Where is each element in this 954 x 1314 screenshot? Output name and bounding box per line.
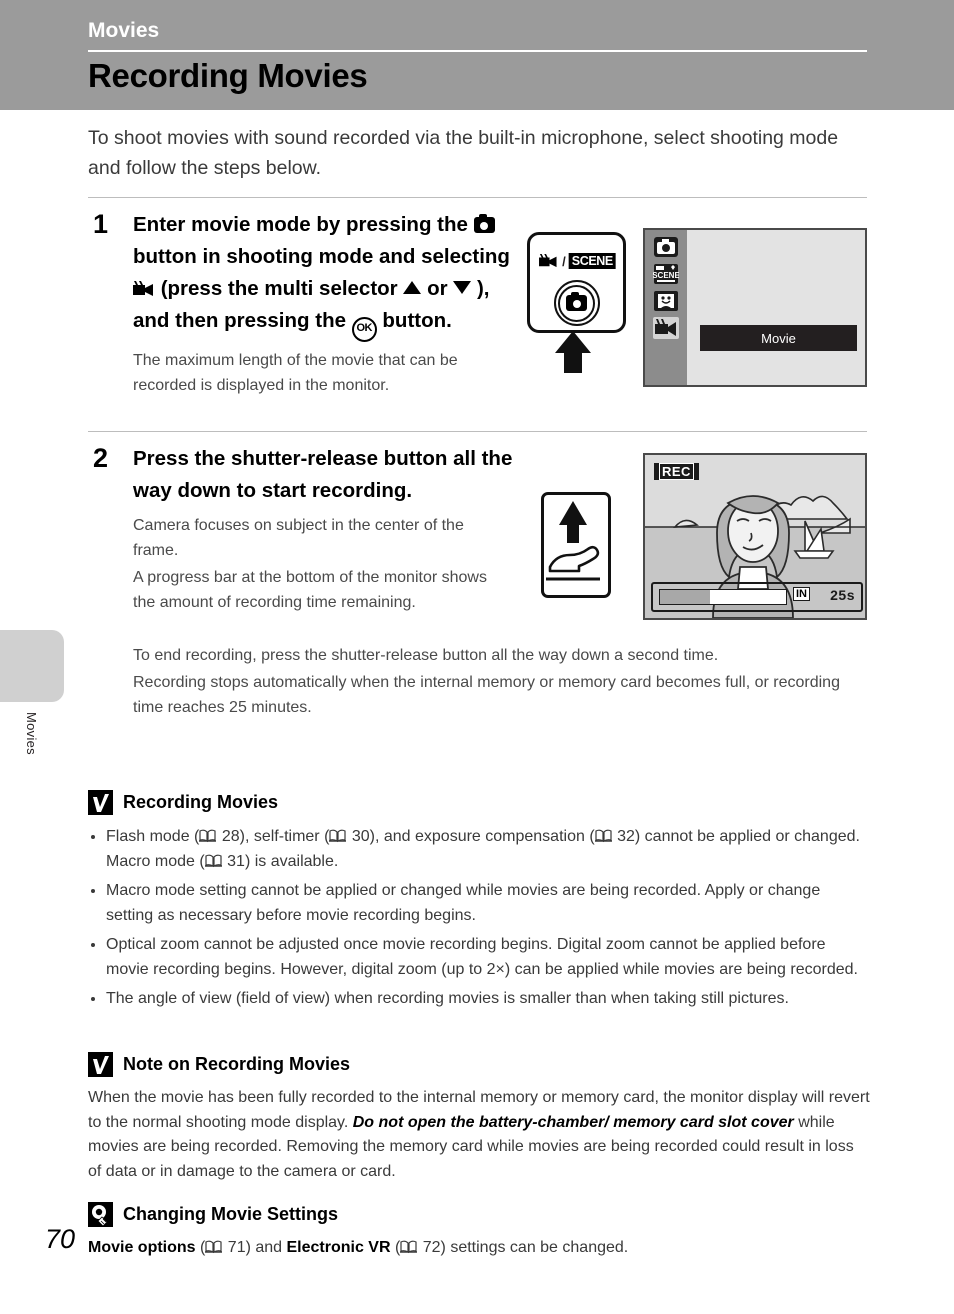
step-1-heading-part-4: or [427, 277, 448, 300]
recording-progress-fill [660, 590, 711, 604]
note-on-recording-movies-header: Note on Recording Movies [88, 1052, 870, 1077]
monitor-screen-recording: REC IN 25s [643, 453, 867, 620]
tip-changing-movie-settings-header: Changing Movie Settings [88, 1202, 870, 1227]
tip-ref-2: 72) settings can be changed. [418, 1239, 629, 1256]
multi-selector-up-icon [403, 281, 422, 294]
step-1-heading: Enter movie mode by pressing the button … [133, 209, 513, 342]
svg-text:SCENE: SCENE [653, 271, 679, 280]
book-icon [594, 829, 612, 843]
section-divider-2 [88, 431, 867, 432]
step-2-subtext-line-1: Camera focuses on subject in the center … [133, 517, 464, 559]
list-item: Flash mode ( 28), self-timer ( 30), and … [88, 825, 870, 874]
step-1-subtext: The maximum length of the movie that can… [133, 348, 513, 398]
tip-changing-movie-settings-title: Changing Movie Settings [123, 1204, 339, 1224]
tip-emphasis-2: Electronic VR [286, 1239, 391, 1256]
multi-selector-down-icon [453, 281, 472, 294]
step-1-heading-part-1: Enter movie mode by pressing the [133, 213, 468, 236]
header-divider [88, 50, 867, 52]
ok-button-icon: OK [351, 317, 377, 342]
note-recording-movies-bullets: Flash mode ( 28), self-timer ( 30), and … [88, 825, 870, 1012]
tip-changing-movie-settings-body: Movie options ( 71) and Electronic VR ( … [88, 1236, 870, 1261]
recording-progress-bar [659, 589, 787, 605]
rec-badge: REC [654, 463, 699, 480]
bullet-text-1b: 28), self-timer ( [217, 828, 330, 845]
step-1-heading-part-6: button. [382, 309, 452, 332]
mode-button-ring [553, 280, 600, 326]
scene-mode-icon: SCENE [652, 263, 680, 285]
note-on-recording-movies-title: Note on Recording Movies [123, 1054, 351, 1074]
movie-mode-icon[interactable] [653, 317, 679, 339]
step-2-subtext-line-2: A progress bar at the bottom of the moni… [133, 569, 487, 611]
book-icon [329, 829, 347, 843]
note-on-recording-movies-body: When the movie has been fully recorded t… [88, 1086, 870, 1184]
book-icon [199, 829, 217, 843]
movie-camera-icon [133, 281, 153, 296]
step-2-extra-line-1: To end recording, press the shutter-rele… [133, 647, 719, 664]
shutter-press-card [541, 492, 611, 598]
camera-mode-button-icon [473, 214, 495, 233]
step-2: 2 Press the shutter-release button all t… [93, 443, 513, 617]
camera-mode-button-icon [566, 292, 587, 311]
mode-button-card-label: / SCENE [537, 253, 616, 269]
step-2-subtext: Camera focuses on subject in the center … [133, 513, 513, 615]
note-recording-movies-title: Recording Movies [123, 792, 279, 812]
mode-button-ring-inner [558, 284, 595, 322]
step-1-number: 1 [93, 209, 109, 239]
movie-camera-icon [538, 254, 557, 268]
recording-progress-row: IN 25s [651, 582, 863, 612]
side-thumb-tab-label: Movies [24, 712, 39, 755]
page-title: Recording Movies [88, 57, 368, 94]
list-item: The angle of view (field of view) when r… [88, 987, 870, 1012]
step-2-extra-line-2: Recording stops automatically when the i… [133, 674, 840, 716]
side-thumb-tab [0, 630, 64, 702]
caution-check-icon [88, 790, 113, 815]
shutter-press-figure [541, 492, 611, 598]
page-number: 70 [45, 1224, 76, 1254]
tip-bulb-icon [88, 1202, 113, 1227]
tip-changing-movie-settings: Changing Movie Settings Movie options ( … [88, 1202, 870, 1261]
intro-paragraph: To shoot movies with sound recorded via … [88, 127, 839, 179]
bullet-text-1a: Flash mode ( [106, 828, 200, 845]
list-item: Macro mode setting cannot be applied or … [88, 879, 870, 928]
step-1-heading-part-3: (press the multi selector [160, 277, 398, 300]
step-1: 1 Enter movie mode by pressing the butto… [93, 209, 513, 400]
bullet-text-1e: 31) is available. [222, 852, 339, 870]
book-icon [205, 1240, 223, 1254]
book-icon [400, 1240, 418, 1254]
step-2-extra-text: To end recording, press the shutter-rele… [133, 643, 873, 722]
step-1-heading-part-2: button in shooting mode and selecting [133, 245, 510, 268]
internal-memory-badge: IN [793, 587, 810, 601]
scene-chip-label: SCENE [568, 253, 616, 269]
step-2-heading: Press the shutter-release button all the… [133, 447, 513, 502]
step-1-subtext-line: The maximum length of the movie that can… [133, 352, 458, 394]
press-up-arrow-icon [555, 331, 591, 373]
mode-button-figure: / SCENE [527, 232, 626, 375]
movie-menu-item[interactable]: Movie [700, 325, 857, 351]
caution-check-icon [88, 1052, 113, 1077]
label-separator: / [562, 253, 566, 269]
time-remaining-label: 25s [830, 587, 855, 603]
auto-camera-mode-icon [653, 236, 679, 258]
note-recording-movies: Recording Movies Flash mode ( 28), self-… [88, 790, 870, 1017]
bullet-text-1c: 30), and exposure compensation ( [347, 828, 595, 845]
monitor-screen-mode-menu: SCENE Movie [643, 228, 867, 387]
book-icon [204, 854, 222, 867]
chapter-label: Movies [88, 19, 160, 42]
tip-emphasis-1: Movie options [88, 1239, 196, 1256]
tip-paren-open-2: ( [390, 1239, 401, 1256]
step-2-number: 2 [93, 443, 109, 473]
note-on-recording-movies: Note on Recording Movies When the movie … [88, 1052, 870, 1184]
monitor-step-1: SCENE Movie [643, 228, 867, 387]
monitor-step-2: REC IN 25s [643, 453, 867, 620]
note-recording-movies-header: Recording Movies [88, 790, 870, 815]
mode-button-card: / SCENE [527, 232, 626, 333]
finger-press-down-icon [546, 501, 600, 581]
section-divider-1 [88, 197, 867, 198]
note-body-emphasis: Do not open the battery-chamber/ memory … [352, 1113, 794, 1131]
list-item: Optical zoom cannot be adjusted once mov… [88, 933, 870, 982]
tip-ref-1: 71) and [223, 1239, 287, 1256]
tip-paren-open-1: ( [195, 1239, 206, 1256]
smart-portrait-mode-icon [653, 290, 679, 312]
